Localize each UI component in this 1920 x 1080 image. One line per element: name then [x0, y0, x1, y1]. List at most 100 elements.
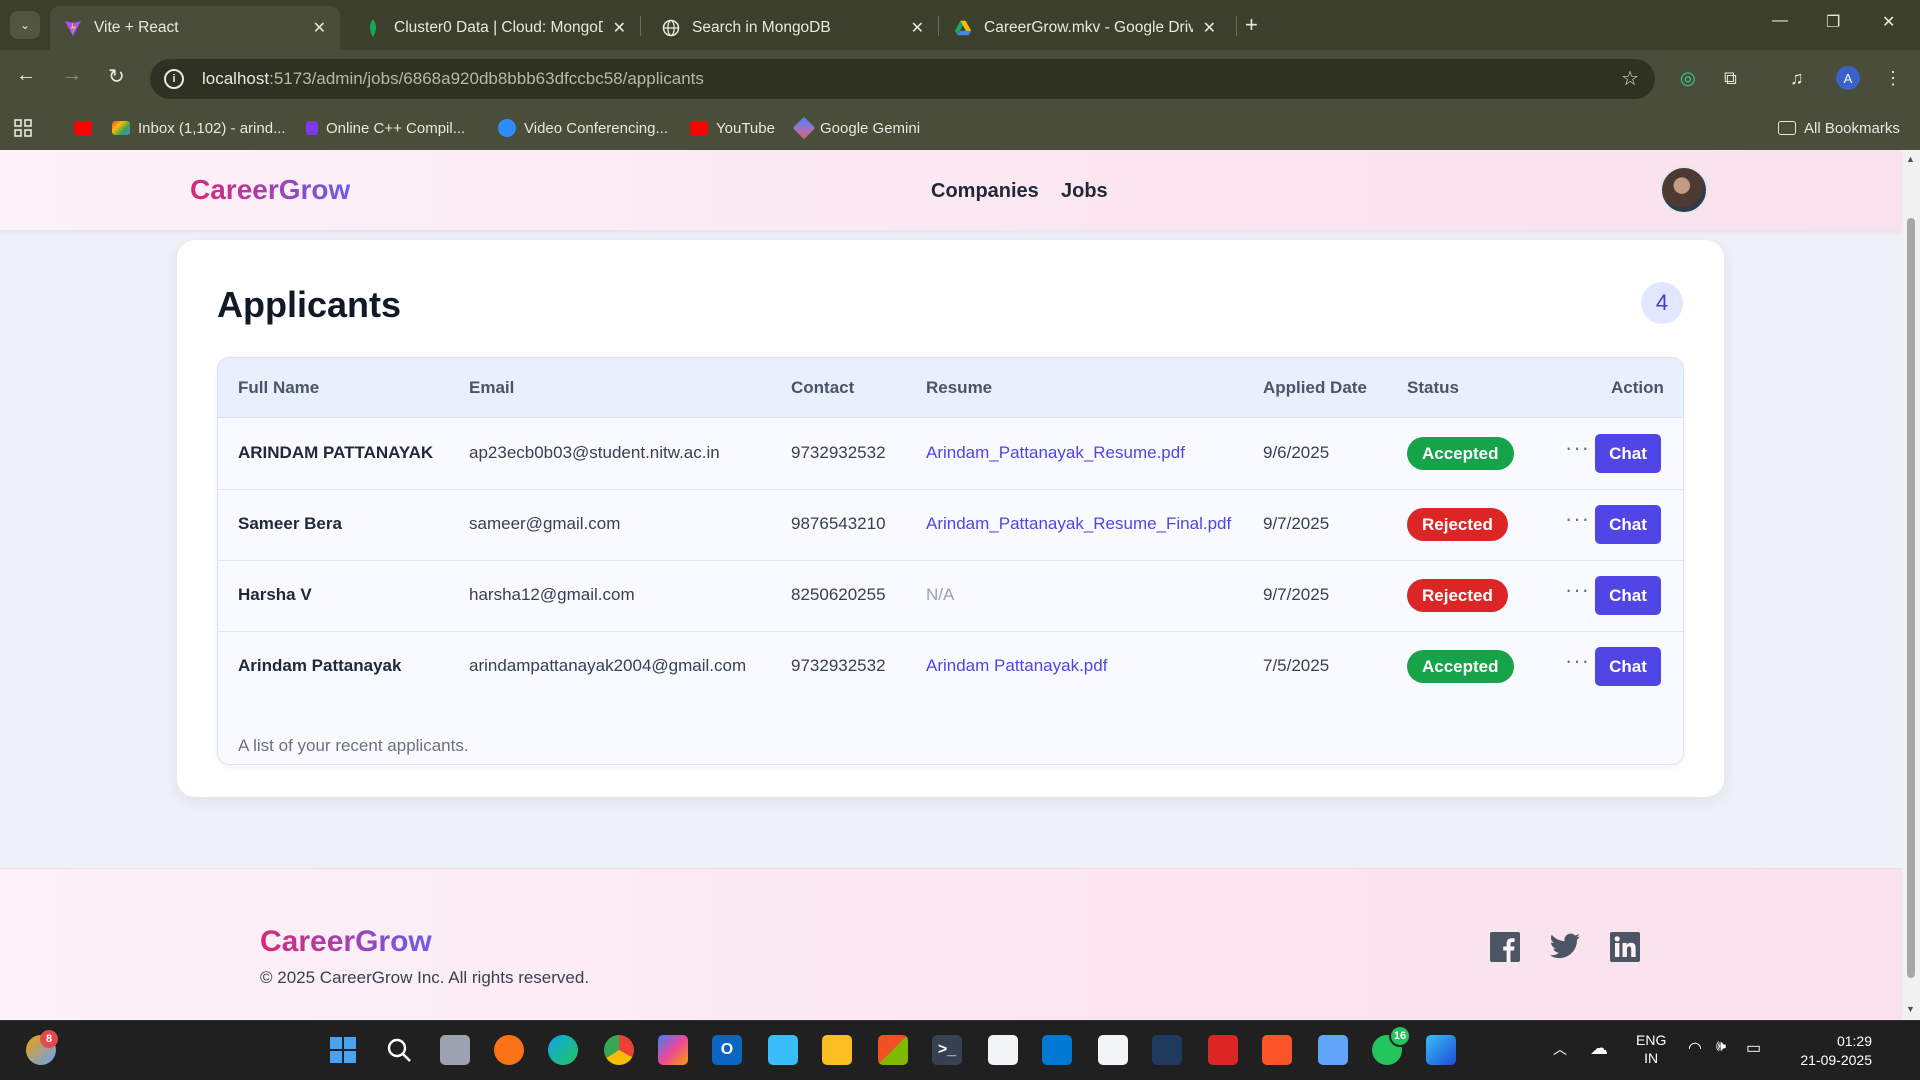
applicant-name: Sameer Bera: [238, 514, 342, 533]
column-header-applied-date: Applied Date: [1263, 378, 1367, 397]
media-app-icon[interactable]: [1208, 1035, 1238, 1065]
tab-mongodb-data[interactable]: Cluster0 Data | Cloud: MongoDB ✕: [350, 6, 640, 50]
youtube-icon: [690, 121, 708, 135]
tab-search-mongodb[interactable]: Search in MongoDB ✕: [648, 6, 938, 50]
bookmark-youtube[interactable]: YouTube: [690, 114, 775, 142]
volume-icon[interactable]: 🕪: [1716, 1038, 1726, 1056]
window-close-icon[interactable]: ✕: [1882, 12, 1895, 32]
forward-icon[interactable]: →: [62, 64, 82, 87]
profile-avatar[interactable]: A: [1836, 66, 1860, 90]
onedrive-icon[interactable]: ☁: [1590, 1038, 1608, 1059]
more-options-icon[interactable]: ···: [1565, 577, 1590, 603]
extension-icon[interactable]: ◎: [1680, 68, 1696, 89]
reload-icon[interactable]: ↻: [108, 64, 125, 89]
notes-app-icon[interactable]: [1318, 1035, 1348, 1065]
copilot-icon[interactable]: [658, 1035, 688, 1065]
nav-companies[interactable]: Companies: [931, 180, 1039, 203]
page-scrollbar[interactable]: ▲ ▼: [1902, 150, 1920, 1020]
applicants-card: Applicants 4 Full Name Email Contact Res…: [177, 240, 1724, 797]
bookmark-gmail[interactable]: Inbox (1,102) - arind...: [112, 114, 286, 142]
outlook-icon[interactable]: O: [712, 1035, 742, 1065]
applied-date: 9/7/2025: [1263, 585, 1330, 604]
facebook-icon[interactable]: [1489, 931, 1521, 963]
address-bar[interactable]: i localhost:5173/admin/jobs/6868a920db8b…: [150, 59, 1655, 99]
resume-link[interactable]: Arindam_Pattanayak_Resume.pdf: [926, 443, 1185, 463]
vscode-icon[interactable]: [1042, 1035, 1072, 1065]
more-options-icon[interactable]: ···: [1565, 648, 1590, 674]
chat-button[interactable]: Chat: [1595, 576, 1661, 615]
back-icon[interactable]: ←: [16, 64, 36, 87]
chat-button[interactable]: Chat: [1595, 434, 1661, 473]
vite-icon: [64, 19, 82, 37]
applicant-contact: 8250620255: [791, 585, 886, 604]
scroll-up-icon[interactable]: ▲: [1906, 154, 1915, 164]
mysql-workbench-icon[interactable]: [1152, 1035, 1182, 1065]
bookmark-gemini[interactable]: Google Gemini: [792, 114, 920, 142]
bookmark-star-icon[interactable]: ☆: [1621, 66, 1639, 91]
lightning-icon: [306, 121, 318, 135]
terminal-icon[interactable]: >_: [932, 1035, 962, 1065]
table-row: Sameer Bera sameer@gmail.com 9876543210 …: [218, 490, 1683, 561]
applicant-email: sameer@gmail.com: [469, 514, 621, 533]
bookmarks-bar: [0, 108, 1920, 150]
battery-icon[interactable]: ▭: [1746, 1038, 1761, 1058]
resume-link[interactable]: Arindam Pattanayak.pdf: [926, 656, 1107, 676]
wifi-icon[interactable]: ◠: [1688, 1038, 1702, 1058]
twitter-icon[interactable]: [1549, 931, 1581, 963]
browser-tab-bar: ⌄ Vite + React ✕ Cluster0 Data | Cloud: …: [0, 0, 1920, 50]
scrollbar-thumb[interactable]: [1907, 218, 1915, 978]
resume-missing: N/A: [926, 585, 955, 604]
file-explorer-icon[interactable]: [822, 1035, 852, 1065]
task-view-icon[interactable]: [440, 1035, 470, 1065]
new-tab-button[interactable]: +: [1245, 12, 1258, 38]
close-icon[interactable]: ✕: [911, 18, 924, 38]
chat-button[interactable]: Chat: [1595, 505, 1661, 544]
user-avatar[interactable]: [1660, 166, 1708, 214]
more-options-icon[interactable]: ···: [1565, 506, 1590, 532]
bookmark-cpp-compiler[interactable]: Online C++ Compil...: [306, 114, 465, 142]
brand-logo[interactable]: CareerGrow: [190, 174, 350, 206]
microsoft-store-icon[interactable]: [878, 1035, 908, 1065]
language-indicator[interactable]: ENG IN: [1636, 1031, 1666, 1067]
copyright-text: © 2025 CareerGrow Inc. All rights reserv…: [260, 968, 590, 987]
column-header-action: Action: [1611, 378, 1664, 397]
tab-search-button[interactable]: ⌄: [10, 11, 40, 39]
tab-google-drive[interactable]: CareerGrow.mkv - Google Drive ✕: [940, 6, 1230, 50]
file-icon[interactable]: [988, 1035, 1018, 1065]
close-icon[interactable]: ✕: [613, 18, 626, 38]
bookmark-youtube-short[interactable]: [74, 114, 100, 142]
windows-start-icon[interactable]: [328, 1035, 358, 1065]
app-icon-orange[interactable]: [494, 1035, 524, 1065]
chrome-icon[interactable]: [604, 1035, 634, 1065]
chat-button[interactable]: Chat: [1595, 647, 1661, 686]
notepad-icon[interactable]: [1098, 1035, 1128, 1065]
gemini-icon: [792, 116, 816, 140]
close-icon[interactable]: ✕: [1203, 18, 1216, 38]
clock[interactable]: 01:29 21-09-2025: [1776, 1032, 1872, 1070]
browser-menu-icon[interactable]: ⋮: [1884, 68, 1902, 89]
more-options-icon[interactable]: ···: [1565, 435, 1590, 461]
close-icon[interactable]: ✕: [313, 18, 326, 38]
nav-jobs[interactable]: Jobs: [1061, 180, 1108, 203]
column-header-full-name: Full Name: [238, 378, 320, 397]
remote-desktop-icon[interactable]: [768, 1035, 798, 1065]
search-icon[interactable]: [384, 1035, 414, 1065]
all-bookmarks[interactable]: All Bookmarks: [1778, 114, 1900, 142]
minimize-icon[interactable]: —: [1772, 12, 1788, 30]
bookmark-zoom[interactable]: Video Conferencing...: [498, 114, 668, 142]
scroll-down-icon[interactable]: ▼: [1906, 1004, 1915, 1014]
linkedin-icon[interactable]: [1609, 931, 1641, 963]
photos-icon[interactable]: [1426, 1035, 1456, 1065]
applicant-contact: 9732932532: [791, 443, 886, 462]
edge-icon[interactable]: [548, 1035, 578, 1065]
brave-icon[interactable]: [1262, 1035, 1292, 1065]
tray-overflow-icon[interactable]: ︿: [1553, 1039, 1567, 1059]
resume-link[interactable]: Arindam_Pattanayak_Resume_Final.pdf: [926, 514, 1231, 534]
tab-vite-react[interactable]: Vite + React ✕: [50, 6, 340, 50]
restore-icon[interactable]: ❐: [1826, 12, 1840, 32]
media-control-icon[interactable]: ♫: [1790, 68, 1804, 89]
apps-grid-icon[interactable]: [14, 114, 32, 142]
site-info-icon[interactable]: i: [164, 69, 184, 89]
table-caption: A list of your recent applicants.: [238, 736, 469, 755]
extensions-puzzle-icon[interactable]: ⧉: [1724, 68, 1737, 89]
